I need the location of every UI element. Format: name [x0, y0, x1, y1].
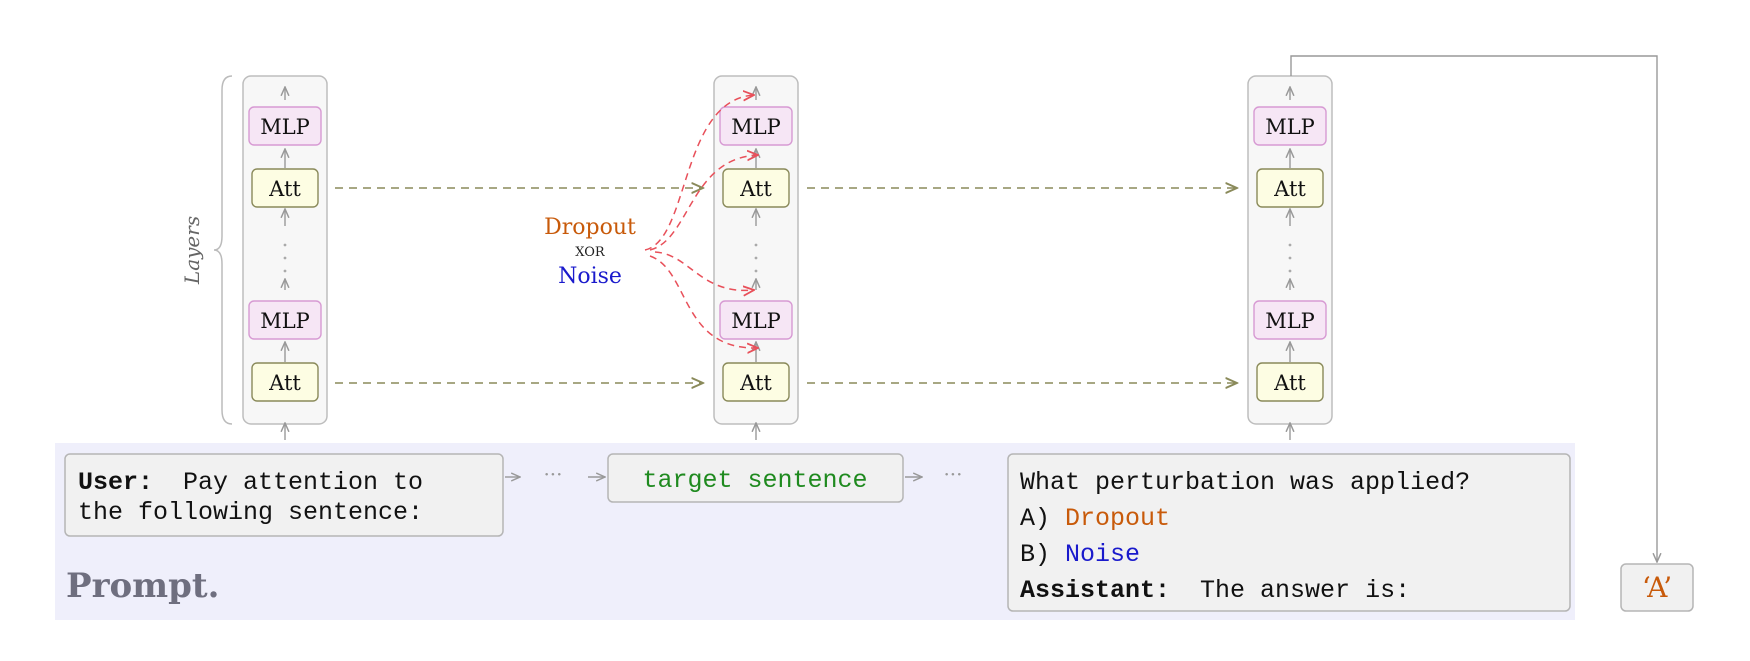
option-a-text: Dropout [1065, 504, 1170, 533]
layer-ellipsis-dot [283, 256, 287, 260]
option-a-line: A) Dropout [1020, 504, 1170, 533]
option-a-prefix: A) [1020, 504, 1065, 533]
target-sentence: target sentence [642, 466, 867, 495]
attention-label: Att [268, 371, 301, 395]
mlp-block: MLP [248, 300, 322, 340]
mlp-block: MLP [1253, 106, 1327, 146]
assistant-line: Assistant: The answer is: [1020, 576, 1410, 605]
mlp-label: MLP [260, 309, 310, 333]
layer-ellipsis-dot [1288, 243, 1292, 247]
transformer-columns: MLP Att MLP Att MLP Att MLP Att MLP Att MLP Att [242, 75, 1333, 440]
layer-ellipsis-dot [283, 269, 287, 273]
prompt-label: Prompt. [66, 566, 219, 606]
mlp-label: MLP [1265, 115, 1315, 139]
layer-ellipsis-dot [754, 269, 758, 273]
layer-ellipsis-dot [1288, 256, 1292, 260]
user-line-1-rest: Pay attention to [153, 468, 423, 497]
option-b-line: B) Noise [1020, 540, 1140, 569]
attention-block: Att [251, 168, 319, 208]
user-line-1: User: Pay attention to [78, 468, 423, 497]
assistant-prefix: Assistant: [1020, 576, 1170, 605]
attention-block: Att [1256, 362, 1324, 402]
layer-ellipsis-dot [754, 243, 758, 247]
attention-block: Att [722, 362, 790, 402]
mlp-block: MLP [248, 106, 322, 146]
perturbation-diagram: Prompt. Layers MLPAttMLPAttMLPAttMLPAttM… [55, 55, 1694, 620]
noise-label: Noise [558, 264, 622, 289]
transformer-column-right: MLP Att MLP Att [1247, 75, 1333, 440]
attention-label: Att [739, 177, 772, 201]
mlp-label: MLP [260, 115, 310, 139]
question-line: What perturbation was applied? [1020, 468, 1470, 497]
transformer-column-left: MLP Att MLP Att [242, 75, 328, 440]
attention-label: Att [1273, 371, 1306, 395]
attention-label: Att [739, 371, 772, 395]
mlp-label: MLP [731, 309, 781, 333]
mlp-label: MLP [1265, 309, 1315, 333]
attention-block: Att [722, 168, 790, 208]
attention-label: Att [268, 177, 301, 201]
mlp-block: MLP [719, 300, 793, 340]
layer-ellipsis-dot [754, 256, 758, 260]
mlp-block: MLP [719, 106, 793, 146]
xor-label: XOR [575, 245, 606, 260]
option-b-prefix: B) [1020, 540, 1065, 569]
user-prefix: User: [78, 468, 153, 497]
user-line-2: the following sentence: [78, 498, 423, 527]
layers-brace [213, 75, 233, 425]
ellipsis-2: ··· [943, 462, 962, 486]
layer-ellipsis-dot [1288, 269, 1292, 273]
assistant-rest: The answer is: [1170, 576, 1410, 605]
answer-text: ‘A’ [1642, 571, 1672, 604]
attention-block: Att [1256, 168, 1324, 208]
layer-ellipsis-dot [283, 243, 287, 247]
ellipsis-1: ··· [543, 462, 562, 486]
transformer-column-middle: MLP Att MLP Att [713, 75, 799, 440]
attention-label: Att [1273, 177, 1306, 201]
mlp-label: MLP [731, 115, 781, 139]
option-b-text: Noise [1065, 540, 1140, 569]
mlp-block: MLP [1253, 300, 1327, 340]
layers-label: Layers [180, 216, 204, 285]
attention-block: Att [251, 362, 319, 402]
dropout-label: Dropout [544, 215, 636, 240]
